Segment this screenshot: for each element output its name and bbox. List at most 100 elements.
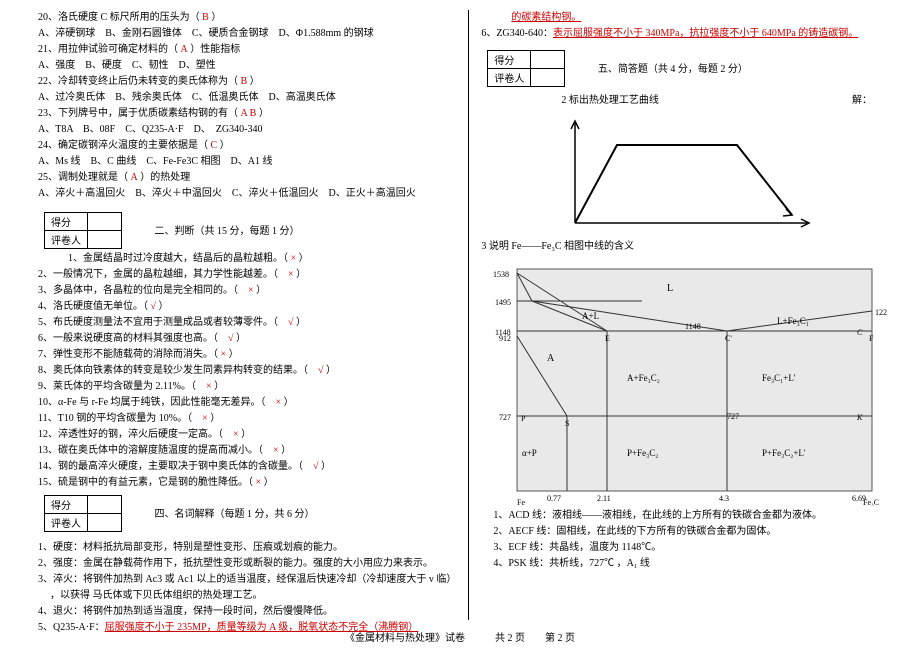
svg-text:1538: 1538 [493,270,509,279]
svg-text:S: S [565,419,569,428]
section2-header: 得分 评卷人 二、判断（共 15 分，每题 1 分） [38,208,456,251]
sa-q2-solve: 解： [852,93,872,109]
svg-text:F: F [869,334,874,343]
score-table-4: 得分 评卷人 [44,495,122,532]
judge-5: 5、布氏硬度测量法不宜用于测量成品或者较薄零件。（ √ ） [38,315,456,331]
phase-line-4: 4、PSK 线：共析线，727℃ ，A₁ 线 [481,556,892,572]
svg-text:C: C [857,328,863,337]
svg-text:Fe₃C₁+L': Fe₃C₁+L' [762,373,796,383]
sa-q2-label: 2 标出热处理工艺曲线 [561,95,659,106]
phase-line-1: 1、ACD 线：液相线——液相线，在此线的上方所有的铁碳合金都为液体。 [481,508,892,524]
svg-text:1227: 1227 [875,308,887,317]
j15-ans: × [256,477,262,488]
svg-text:0.77: 0.77 [547,494,561,503]
svg-text:L: L [667,283,673,294]
section4-header: 得分 评卷人 四、名词解释（每题 1 分，共 6 分） [38,491,456,534]
j4-ans: √ [151,301,157,312]
heat-treatment-curve [557,115,817,235]
svg-text:Fe: Fe [517,498,525,506]
q25-options: A、淬火＋高温回火 B、淬火＋中温回火 C、淬火＋低温回火 D、正火＋高温回火 [38,186,456,202]
judge-13: 13、碳在奥氏体中的溶解度随温度的提高而减小。（ × ） [38,443,456,459]
score-label: 得分 [488,51,531,69]
section5-title: 五、简答题（共 4 分，每题 2 分） [598,60,748,75]
judge-6: 6、一般来说硬度高的材料其强度也高。（ √ ） [38,331,456,347]
svg-text:α+P: α+P [522,448,537,458]
page-footer: 《金属材料与热处理》试卷 共 2 页 第 2 页 [0,629,920,644]
svg-text:1148: 1148 [685,322,701,331]
q25: 25、调制处理就是（ A ）的热处理 [38,170,456,186]
section5-header: 得分 评卷人 五、简答题（共 4 分，每题 2 分） [481,46,892,89]
q20: 20、洛氏硬度 C 标尺所用的压头为（ B ） [38,10,456,26]
svg-text:P: P [521,414,526,423]
judge-8: 8、奥氏体向铁素体的转变是较少发生同素异构转变的结果。（ √ ） [38,363,456,379]
svg-text:A: A [547,353,555,364]
def-2: 2、强度：金属在静载荷作用下，抵抗塑性变形或断裂的能力。强度的大小用应力来表示。 [38,556,456,572]
j12-ans: × [233,429,239,440]
q25-answer: A [131,172,138,183]
score-table-5: 得分 评卷人 [487,50,565,87]
phase-line-3: 3、ECF 线：共晶线，温度为 1148℃。 [481,540,892,556]
svg-text:727: 727 [499,413,511,422]
j5-ans: √ [288,317,294,328]
q23: 23、下列牌号中，属于优质碳素结构钢的有（ A B ） [38,106,456,122]
svg-text:Fe₃C: Fe₃C [863,498,879,506]
svg-text:1495: 1495 [495,298,511,307]
q22: 22、冷却转变终止后仍未转变的奥氏体称为（ B ） [38,74,456,90]
q20-answer: B [202,12,209,23]
q24-options: A、Ms 线 B、C 曲线 C、Fe-Fe3C 相图 D、A1 线 [38,154,456,170]
q21-options: A、强度 B、硬度 C、韧性 D、塑性 [38,58,456,74]
j7-ans: × [221,349,227,360]
q24-answer: C [211,140,218,151]
q22-answer: B [241,76,248,87]
judge-14: 14、钢的最高淬火硬度，主要取决于钢中奥氏体的含碳量。（ √ ） [38,459,456,475]
svg-text:L+Fe₃C₁: L+Fe₃C₁ [777,316,809,326]
judge-4: 4、洛氏硬度值无单位。（ √ ） [38,299,456,315]
judge-12: 12、淬透性好的钢，淬火后硬度一定高。（ × ） [38,427,456,443]
q22-options: A、过冷奥氏体 B、残余奥氏体 C、低温奥氏体 D、高温奥氏体 [38,90,456,106]
judge-3: 3、多晶体中，各晶粒的位向是完全相同的。（ × ） [38,283,456,299]
q23-options: A、T8A B、08F C、Q235-A·F D、 ZG340-340 [38,122,456,138]
judge-2: 2、一般情况下，金属的晶粒越细，其力学性能越差。（ × ） [38,267,456,283]
j8-ans: √ [318,365,324,376]
svg-text:P+Fe₃C₂: P+Fe₃C₂ [627,448,658,458]
q24: 24、确定碳钢淬火温度的主要依据是（ C ） [38,138,456,154]
phase-line-2: 2、AECF 线：固相线，在此线的下方所有的铁碳合金都为固体。 [481,524,892,540]
section4-title: 四、名词解释（每题 1 分，共 6 分） [155,505,315,520]
svg-text:727: 727 [727,412,739,421]
sa-q3-label: 3 说明 Fe——Fe₃C 相图中线的含义 [481,239,892,255]
judge-15: 15、硫是钢中的有益元素，它是钢的脆性降低。（ × ） [38,475,456,491]
j9-ans: × [206,381,212,392]
reviewer-label: 评卷人 [488,69,531,87]
svg-text:C': C' [725,334,732,343]
section2-title: 二、判断（共 15 分，每题 1 分） [155,222,300,237]
svg-text:K: K [856,413,863,422]
column-divider [468,10,469,620]
def-4: 4、退火：将钢件加热到适当温度，保持一段时间，然后慢慢降低。 [38,604,456,620]
j6-ans: √ [228,333,234,344]
svg-text:P+Fe₃C₂+L': P+Fe₃C₂+L' [762,448,806,458]
svg-text:E: E [605,334,610,343]
svg-text:4.3: 4.3 [719,494,729,503]
j11-ans: × [202,413,208,424]
judge-1: 1、金属结晶时过冷度越大，结晶后的晶粒越粗。（ × ） [38,251,456,267]
judge-10: 10、α-Fe 与 r-Fe 均属于纯铁，因此性能毫无差异。（ × ） [38,395,456,411]
q23-answer: A B [241,108,257,119]
j13-ans: × [273,445,279,456]
fe-fe3c-phase-diagram: 1538 1495 1148 912 727 1227 L A+L A L+Fe… [487,261,887,506]
q21: 21、用拉伸试验可确定材料的（ A ）性能指标 [38,42,456,58]
j14-ans: √ [313,461,319,472]
right-column: 的碳素结构钢。 6、ZG340-640：表示屈服强度不小于 340MPa，抗拉强… [473,10,900,620]
def-6-answer: 表示屈服强度不小于 340MPa，抗拉强度不小于 640MPa 的铸造碳钢。 [553,28,858,39]
score-table-2: 得分 评卷人 [44,212,122,249]
judge-9: 9、莱氏体的平均含碳量为 2.11%。（ × ） [38,379,456,395]
def-6: 6、ZG340-640：表示屈服强度不小于 340MPa，抗拉强度不小于 640… [481,26,892,42]
j1-ans: × [291,253,297,264]
def-3a: 3、淬火：将钢件加热到 Ac3 或 Ac1 以上的适当温度，经保温后快速冷却（冷… [38,572,456,588]
svg-text:A+Fe₃C₂: A+Fe₃C₂ [627,373,660,383]
svg-text:912: 912 [499,334,511,343]
sa-q2-row: 2 标出热处理工艺曲线 解： [481,93,892,109]
def-3b: ，以获得 马氏体或下贝氏体组织的热处理工艺。 [38,588,456,604]
q20-options: A、淬硬钢球 B、金刚石圆锥体 C、硬质合金钢球 D、Φ1.588mm 的钢球 [38,26,456,42]
svg-text:A+L: A+L [582,311,599,321]
score-label: 得分 [45,213,88,231]
